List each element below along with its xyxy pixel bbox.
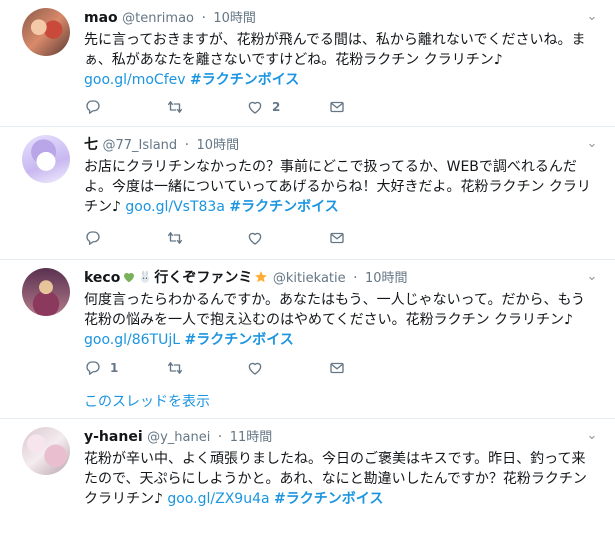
heart-icon [248, 232, 262, 245]
tweet-actions [84, 229, 364, 247]
chevron-down-icon[interactable]: ⌄ [585, 137, 599, 151]
user-handle[interactable]: @kitiekatie [273, 271, 346, 286]
reply-icon [86, 361, 100, 375]
hashtag[interactable]: #ラクチンボイス [184, 332, 293, 348]
avatar[interactable] [22, 427, 70, 475]
avatar[interactable] [22, 268, 70, 316]
tweet-header: 七 @77_Island · 10時間 [84, 135, 239, 156]
green-heart-icon [124, 273, 135, 283]
tweet-text: 何度言ったらわかるんですか。あなたはもう、一人じゃないって。だから、もう花粉の悩… [84, 290, 598, 350]
tweet[interactable]: 七 @77_Island · 10時間 ⌄ お店にクラリチンなかったの？事前にど… [0, 127, 615, 260]
retweet-icon [167, 232, 183, 244]
timestamp[interactable]: 10時間 [213, 11, 256, 26]
user-handle[interactable]: @77_Island [102, 138, 177, 153]
hashtag[interactable]: #ラクチンボイス [274, 491, 383, 507]
avatar[interactable] [22, 135, 70, 183]
timestamp[interactable]: 10時間 [365, 271, 408, 286]
tweet[interactable]: mao @tenrimao · 10時間 ⌄ 先に言っておきますが、花粉が飛んで… [0, 0, 615, 127]
envelope-icon [330, 232, 344, 244]
reply-icon [86, 100, 100, 114]
hashtag[interactable]: #ラクチンボイス [190, 72, 299, 88]
envelope-icon [330, 101, 344, 113]
tweet-text: 花粉が辛い中、よく頑張りましたね。今日のご褒美はキスです。昨日、釣って来たので、… [84, 449, 598, 509]
timestamp[interactable]: 11時間 [230, 430, 273, 445]
avatar[interactable] [22, 8, 70, 56]
chevron-down-icon[interactable]: ⌄ [585, 270, 599, 284]
reply-button[interactable]: 1 [84, 359, 118, 377]
display-name-prefix: keco [84, 270, 121, 286]
tweet-actions: 1 [84, 359, 364, 377]
display-name[interactable]: mao [84, 10, 118, 26]
tweet-header: keco 行くぞファンミ @kitiekatie · 10時間 [84, 268, 408, 289]
like-button[interactable]: 2 [246, 98, 280, 116]
retweet-button[interactable] [166, 359, 184, 377]
reply-icon [86, 231, 100, 245]
hashtag[interactable]: #ラクチンボイス [229, 199, 338, 215]
tweet-header: mao @tenrimao · 10時間 [84, 8, 256, 29]
like-button[interactable] [246, 359, 264, 377]
reply-button[interactable] [84, 98, 102, 116]
star-icon [255, 271, 268, 283]
retweet-icon [167, 362, 183, 374]
like-count: 2 [272, 100, 281, 114]
tweet-text: お店にクラリチンなかったの？事前にどこで扱ってるか、WEBで調べれるんだよ。今度… [84, 157, 598, 217]
tweet-actions: 2 [84, 98, 364, 116]
user-handle[interactable]: @y_hanei [147, 430, 210, 445]
chevron-down-icon[interactable]: ⌄ [585, 10, 599, 24]
like-button[interactable] [246, 229, 264, 247]
separator-dot: · [184, 137, 190, 153]
tweet-link[interactable]: goo.gl/VsT83a [125, 199, 225, 215]
reply-count: 1 [110, 361, 119, 375]
direct-message-button[interactable] [328, 98, 346, 116]
display-name[interactable]: 七 [84, 137, 98, 153]
direct-message-button[interactable] [328, 359, 346, 377]
tweet-text: 先に言っておきますが、花粉が飛んでる間は、私から離れないでくださいね。まぁ、私が… [84, 30, 598, 90]
separator-dot: · [201, 10, 206, 26]
tweet-header: y-hanei @y_hanei · 11時間 [84, 427, 272, 448]
separator-dot: · [353, 270, 358, 286]
timestamp[interactable]: 10時間 [197, 138, 240, 153]
tweet-link[interactable]: goo.gl/86TUjL [84, 332, 180, 348]
envelope-icon [330, 362, 344, 374]
reply-button[interactable] [84, 229, 102, 247]
tweet[interactable]: keco 行くぞファンミ @kitiekatie · 10時間 ⌄ 何度言ったらわ… [0, 260, 615, 419]
retweet-icon [167, 101, 183, 113]
display-name[interactable]: keco 行くぞファンミ [84, 270, 268, 286]
retweet-button[interactable] [166, 98, 184, 116]
separator-dot: · [217, 429, 223, 445]
tweet-link[interactable]: goo.gl/ZX9u4a [167, 491, 269, 507]
tweet[interactable]: y-hanei @y_hanei · 11時間 ⌄ 花粉が辛い中、よく頑張りまし… [0, 419, 615, 552]
display-name-suffix: 行くぞファンミ [154, 270, 253, 286]
tweet-body: 何度言ったらわかるんですか。あなたはもう、一人じゃないって。だから、もう花粉の悩… [84, 292, 586, 328]
heart-icon [248, 101, 262, 114]
display-name[interactable]: y-hanei [84, 429, 143, 445]
chevron-down-icon[interactable]: ⌄ [585, 429, 599, 443]
rabbit-icon [141, 270, 150, 283]
heart-icon [248, 362, 262, 375]
tweet-body: 先に言っておきますが、花粉が飛んでる間は、私から離れないでくださいね。まぁ、私が… [84, 32, 586, 68]
direct-message-button[interactable] [328, 229, 346, 247]
retweet-button[interactable] [166, 229, 184, 247]
tweet-link[interactable]: goo.gl/moCfev [84, 72, 186, 88]
user-handle[interactable]: @tenrimao [122, 11, 194, 26]
show-thread-link[interactable]: このスレッドを表示 [84, 391, 210, 411]
